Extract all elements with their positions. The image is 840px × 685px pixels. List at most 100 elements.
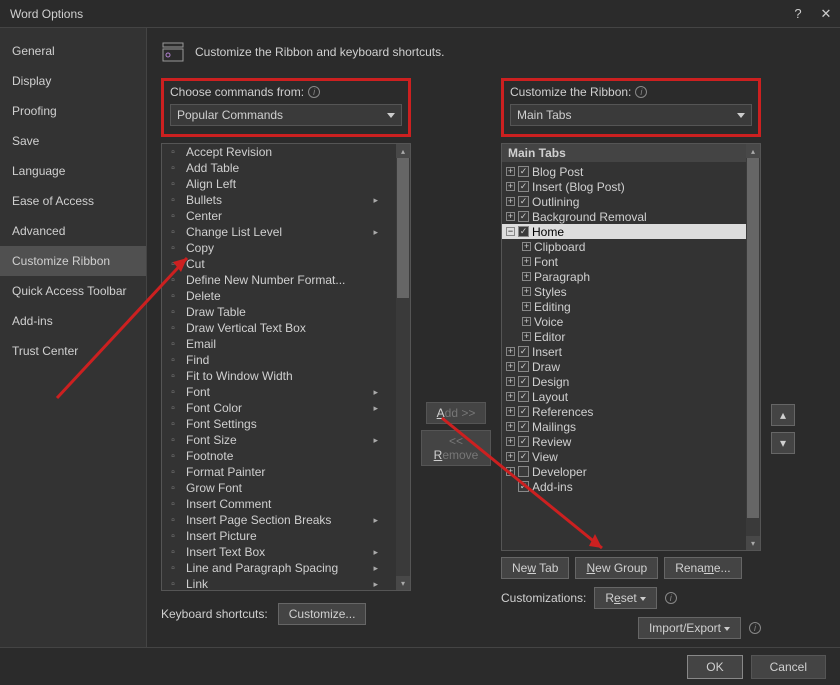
scroll-down-icon[interactable]: ▾ — [396, 576, 410, 590]
command-item[interactable]: ▫Link▸ — [162, 576, 396, 590]
expand-icon[interactable]: + — [506, 437, 515, 446]
checkbox[interactable] — [518, 436, 529, 447]
command-item[interactable]: ▫Font Size▸ — [162, 432, 396, 448]
command-item[interactable]: ▫Center — [162, 208, 396, 224]
choose-commands-dropdown[interactable]: Popular Commands — [170, 104, 402, 126]
command-item[interactable]: ▫Change List Level▸ — [162, 224, 396, 240]
tree-node[interactable]: +Insert — [502, 344, 760, 359]
tree-node[interactable]: +Design — [502, 374, 760, 389]
expand-icon[interactable]: + — [522, 272, 531, 281]
expand-icon[interactable]: + — [506, 422, 515, 431]
expand-icon[interactable]: + — [522, 317, 531, 326]
tree-node[interactable]: +Background Removal — [502, 209, 760, 224]
tree-node[interactable]: +Paragraph — [502, 269, 760, 284]
sidebar-item-advanced[interactable]: Advanced — [0, 216, 146, 246]
scroll-thumb[interactable] — [397, 158, 409, 298]
checkbox[interactable] — [518, 166, 529, 177]
expand-icon[interactable]: + — [506, 362, 515, 371]
command-item[interactable]: ▫Insert Page Section Breaks▸ — [162, 512, 396, 528]
remove-button[interactable]: << Remove — [421, 430, 491, 466]
ok-button[interactable]: OK — [687, 655, 742, 679]
tree-node[interactable]: +Voice — [502, 314, 760, 329]
info-icon[interactable]: i — [635, 86, 647, 98]
new-tab-button[interactable]: New Tab — [501, 557, 569, 579]
sidebar-item-customize-ribbon[interactable]: Customize Ribbon — [0, 246, 146, 276]
scrollbar[interactable]: ▴▾ — [396, 144, 410, 590]
command-item[interactable]: ▫Grow Font — [162, 480, 396, 496]
customize-ribbon-dropdown[interactable]: Main Tabs — [510, 104, 752, 126]
expand-icon[interactable]: + — [522, 332, 531, 341]
add-button[interactable]: Add >> — [426, 402, 487, 424]
tree-node[interactable]: +Blog Post — [502, 164, 760, 179]
expand-icon[interactable]: + — [506, 347, 515, 356]
command-item[interactable]: ▫Insert Comment — [162, 496, 396, 512]
command-item[interactable]: ▫Insert Picture — [162, 528, 396, 544]
command-item[interactable]: ▫Format Painter — [162, 464, 396, 480]
reset-button[interactable]: Reset — [594, 587, 656, 609]
sidebar-item-add-ins[interactable]: Add-ins — [0, 306, 146, 336]
expand-icon[interactable]: + — [506, 452, 515, 461]
tree-node[interactable]: +Mailings — [502, 419, 760, 434]
checkbox[interactable] — [518, 391, 529, 402]
command-item[interactable]: ▫Font Color▸ — [162, 400, 396, 416]
info-icon[interactable]: i — [665, 592, 677, 604]
command-item[interactable]: ▫Cut — [162, 256, 396, 272]
tree-node[interactable]: +Styles — [502, 284, 760, 299]
expand-icon[interactable]: + — [506, 407, 515, 416]
expand-icon[interactable]: + — [506, 467, 515, 476]
move-up-button[interactable]: ▴ — [771, 404, 795, 426]
command-item[interactable]: ▫Find — [162, 352, 396, 368]
command-item[interactable]: ▫Bullets▸ — [162, 192, 396, 208]
command-item[interactable]: ▫Font Settings — [162, 416, 396, 432]
command-item[interactable]: ▫Draw Table — [162, 304, 396, 320]
tree-node[interactable]: +Editing — [502, 299, 760, 314]
new-group-button[interactable]: New Group — [575, 557, 658, 579]
command-item[interactable]: ▫Font▸ — [162, 384, 396, 400]
scroll-down-icon[interactable]: ▾ — [746, 536, 760, 550]
checkbox[interactable] — [518, 376, 529, 387]
checkbox[interactable] — [518, 361, 529, 372]
expand-icon[interactable]: + — [522, 257, 531, 266]
commands-listbox[interactable]: ▫Accept Revision▫Add Table▫Align Left▫Bu… — [161, 143, 411, 591]
expand-icon[interactable]: + — [506, 167, 515, 176]
command-item[interactable]: ▫Copy — [162, 240, 396, 256]
help-button[interactable]: ? — [784, 0, 812, 28]
command-item[interactable]: ▫Draw Vertical Text Box — [162, 320, 396, 336]
checkbox[interactable] — [518, 181, 529, 192]
checkbox[interactable] — [518, 346, 529, 357]
checkbox[interactable] — [518, 466, 529, 477]
tree-node[interactable]: +Developer — [502, 464, 760, 479]
command-item[interactable]: ▫Fit to Window Width — [162, 368, 396, 384]
ribbon-tree[interactable]: Main Tabs +Blog Post+Insert (Blog Post)+… — [501, 143, 761, 551]
scroll-up-icon[interactable]: ▴ — [396, 144, 410, 158]
sidebar-item-ease-of-access[interactable]: Ease of Access — [0, 186, 146, 216]
close-button[interactable]: ✕ — [812, 0, 840, 28]
scroll-up-icon[interactable]: ▴ — [746, 144, 760, 158]
sidebar-item-language[interactable]: Language — [0, 156, 146, 186]
command-item[interactable]: ▫Define New Number Format... — [162, 272, 396, 288]
rename-button[interactable]: Rename... — [664, 557, 741, 579]
expand-icon[interactable]: + — [522, 242, 531, 251]
tree-node[interactable]: +Insert (Blog Post) — [502, 179, 760, 194]
expand-icon[interactable]: + — [522, 302, 531, 311]
tree-node[interactable]: +Clipboard — [502, 239, 760, 254]
command-item[interactable]: ▫Delete — [162, 288, 396, 304]
info-icon[interactable]: i — [749, 622, 761, 634]
command-item[interactable]: ▫Add Table — [162, 160, 396, 176]
tree-node[interactable]: +Draw — [502, 359, 760, 374]
checkbox[interactable] — [518, 226, 529, 237]
expand-icon[interactable]: + — [506, 212, 515, 221]
command-item[interactable]: ▫Line and Paragraph Spacing▸ — [162, 560, 396, 576]
command-item[interactable]: ▫Accept Revision — [162, 144, 396, 160]
command-item[interactable]: ▫Email — [162, 336, 396, 352]
expand-icon[interactable]: + — [506, 392, 515, 401]
tree-node[interactable]: +View — [502, 449, 760, 464]
checkbox[interactable] — [518, 421, 529, 432]
tree-node[interactable]: +Font — [502, 254, 760, 269]
checkbox[interactable] — [518, 406, 529, 417]
expand-icon[interactable]: + — [506, 197, 515, 206]
expand-icon[interactable]: + — [522, 287, 531, 296]
tree-node[interactable]: +Review — [502, 434, 760, 449]
move-down-button[interactable]: ▾ — [771, 432, 795, 454]
scroll-thumb[interactable] — [747, 158, 759, 518]
